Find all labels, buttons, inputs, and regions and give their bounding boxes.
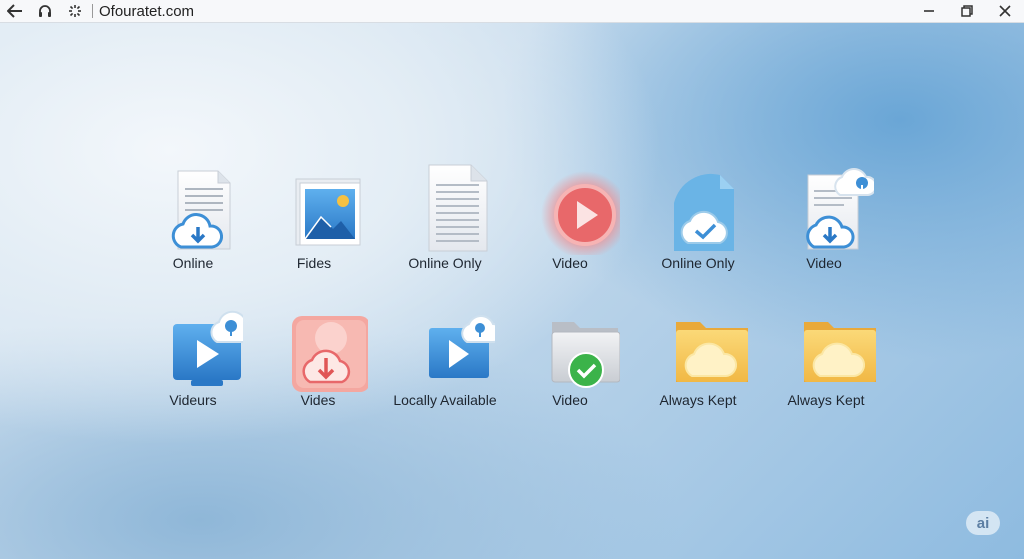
file-item[interactable]: Videurs	[128, 300, 258, 420]
back-arrow-icon[interactable]	[0, 0, 30, 22]
item-label: Video	[552, 255, 588, 271]
file-item[interactable]: Locally Available	[380, 300, 510, 420]
ai-watermark-badge: ai	[966, 511, 1000, 535]
file-item[interactable]: Video	[759, 163, 889, 283]
video-screen-cloud-icon	[143, 300, 243, 392]
restore-icon[interactable]	[948, 0, 986, 22]
file-item[interactable]: Fides	[249, 163, 379, 283]
file-item[interactable]: Video	[505, 300, 635, 420]
item-label: Online	[172, 255, 214, 271]
toolbar-separator	[92, 4, 93, 18]
item-label: Video	[552, 392, 588, 408]
cloud-check-document-icon	[648, 163, 748, 255]
window-controls	[910, 0, 1024, 22]
headphones-icon[interactable]	[30, 0, 60, 22]
folder-check-icon	[520, 300, 620, 392]
image-file-icon	[264, 163, 364, 255]
file-item[interactable]: Online	[128, 163, 258, 283]
folder-item[interactable]: Always Kept	[633, 300, 763, 420]
close-icon[interactable]	[986, 0, 1024, 22]
cloud-download-tile-icon	[268, 300, 368, 392]
video-play-icon	[520, 163, 620, 255]
document-cloud-download-icon	[143, 163, 243, 255]
folder-item[interactable]: Always Kept	[761, 300, 891, 420]
item-label: Online Only	[661, 255, 735, 271]
video-clip-cloud-icon	[395, 300, 495, 392]
item-label: Online Only	[408, 255, 482, 271]
item-label: Video	[806, 255, 842, 271]
item-label: Fides	[296, 255, 332, 271]
minimize-icon[interactable]	[910, 0, 948, 22]
text-document-icon	[395, 163, 495, 255]
document-cloud-download-icon	[774, 163, 874, 255]
item-label: Vides	[300, 392, 336, 408]
item-label: Videurs	[169, 392, 217, 408]
folder-cloud-icon	[648, 300, 748, 392]
file-item[interactable]: Video	[505, 163, 635, 283]
item-label: Locally Available	[393, 392, 497, 408]
window-title: Ofouratet.com	[99, 2, 195, 20]
item-label: Always Kept	[787, 392, 865, 408]
file-item[interactable]: Vides	[253, 300, 383, 420]
file-item[interactable]: Online Only	[633, 163, 763, 283]
item-label: Always Kept	[659, 392, 737, 408]
file-item[interactable]: Online Only	[380, 163, 510, 283]
folder-cloud-icon	[776, 300, 876, 392]
title-bar: Ofouratet.com	[0, 0, 1024, 23]
sparkle-gear-icon[interactable]	[60, 0, 90, 22]
